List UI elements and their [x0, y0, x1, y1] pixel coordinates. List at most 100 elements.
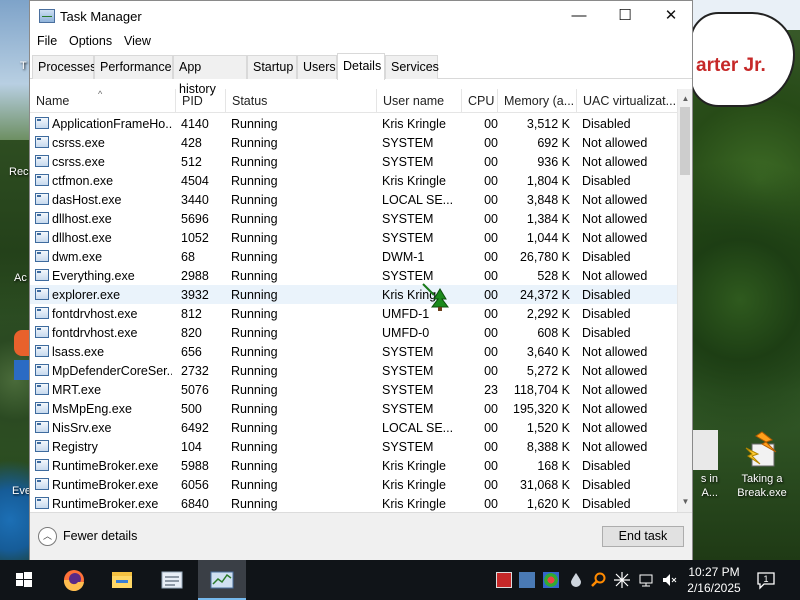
taskbar-firefox[interactable]	[50, 560, 98, 600]
process-name: dllhost.exe	[52, 212, 112, 226]
column-header-cpu[interactable]: CPU	[462, 89, 498, 113]
process-pid: 1052	[181, 231, 209, 245]
table-row[interactable]: RuntimeBroker.exe 6056 Running Kris Kringle…	[30, 475, 677, 494]
table-row[interactable]: dllhost.exe 1052 Running SYSTEM 00 1,044 K Not…	[30, 228, 677, 247]
desktop-label-fragment: Rec	[9, 166, 29, 178]
process-memory: 1,044 K	[526, 231, 570, 245]
tray-search-icon[interactable]	[591, 572, 607, 588]
desktop-icon-taking-a-break[interactable]: Taking a Break.exe	[724, 430, 800, 500]
task-manager-window: Task Manager — ☐ ✕ File Options View Pro…	[29, 0, 693, 560]
table-row[interactable]: lsass.exe 656 Running SYSTEM 00 3,640 K Not al…	[30, 342, 677, 361]
process-uac: Disabled	[582, 117, 631, 131]
taskbar-task-manager[interactable]	[198, 560, 246, 600]
tab-users[interactable]: Users	[297, 55, 337, 79]
menu-view[interactable]: View	[124, 34, 151, 48]
table-row[interactable]: NisSrv.exe 6492 Running LOCAL SE... 00 1,520 …	[30, 418, 677, 437]
process-name: fontdrvhost.exe	[52, 326, 138, 340]
tray-monitor-icon[interactable]	[519, 572, 535, 588]
table-row[interactable]: explorer.exe 3932 Running Kris Kring 00 24,37…	[30, 285, 677, 304]
tab-details[interactable]: Details	[337, 53, 385, 80]
table-row[interactable]: ctfmon.exe 4504 Running Kris Kringle 00 1,804…	[30, 171, 677, 190]
tray-sparkle-icon[interactable]	[614, 572, 630, 588]
process-user: SYSTEM	[382, 345, 434, 359]
process-pid: 2988	[181, 269, 209, 283]
fewer-details-link[interactable]: Fewer details	[63, 529, 137, 543]
process-uac: Not allowed	[582, 155, 648, 169]
process-icon	[35, 193, 49, 205]
minimize-button[interactable]: —	[556, 1, 602, 31]
table-row[interactable]: dasHost.exe 3440 Running LOCAL SE... 00 3,848…	[30, 190, 677, 209]
table-row[interactable]: csrss.exe 512 Running SYSTEM 00 936 K Not allo…	[30, 152, 677, 171]
table-row[interactable]: MpDefenderCoreSer... 2732 Running SYSTEM 00 5…	[30, 361, 677, 380]
tab-processes[interactable]: Processes	[32, 55, 96, 79]
table-row[interactable]: Everything.exe 2988 Running SYSTEM 00 528 K No…	[30, 266, 677, 285]
scrollbar-thumb[interactable]	[680, 107, 690, 175]
process-name: RuntimeBroker.exe	[52, 497, 159, 511]
chevron-up-icon[interactable]: ︿	[38, 527, 57, 546]
process-status: Running	[231, 307, 278, 321]
window-title: Task Manager	[60, 9, 142, 24]
process-memory: 608 K	[537, 326, 570, 340]
menu-options[interactable]: Options	[69, 34, 112, 48]
process-memory: 692 K	[537, 136, 570, 150]
column-header-status[interactable]: Status	[226, 89, 377, 113]
process-icon	[35, 136, 49, 148]
desktop-app-icon-fragment[interactable]	[14, 360, 30, 380]
tab-services[interactable]: Services	[385, 55, 439, 79]
table-row[interactable]: dllhost.exe 5696 Running SYSTEM 00 1,384 K Not…	[30, 209, 677, 228]
table-row[interactable]: MRT.exe 5076 Running SYSTEM 23 118,704 K Not a…	[30, 380, 677, 399]
process-name: lsass.exe	[52, 345, 105, 359]
table-row[interactable]: RuntimeBroker.exe 5988 Running Kris Kringle…	[30, 456, 677, 475]
column-header-uac-virtualization[interactable]: UAC virtualizat...	[577, 89, 677, 113]
volume-muted-icon[interactable]	[661, 572, 677, 588]
tray-colorful-icon[interactable]	[543, 572, 559, 588]
title-bar[interactable]: Task Manager — ☐ ✕	[30, 1, 692, 31]
menu-file[interactable]: File	[37, 34, 57, 48]
process-pid: 3440	[181, 193, 209, 207]
close-button[interactable]: ✕	[648, 1, 694, 31]
process-cpu: 00	[484, 497, 498, 511]
column-header-user-name[interactable]: User name	[377, 89, 462, 113]
process-status: Running	[231, 288, 278, 302]
table-row[interactable]: csrss.exe 428 Running SYSTEM 00 692 K Not allo…	[30, 133, 677, 152]
table-row[interactable]: fontdrvhost.exe 820 Running UMFD-0 00 608 K Di…	[30, 323, 677, 342]
tab-performance[interactable]: Performance	[94, 55, 173, 79]
notepad-icon	[161, 571, 183, 589]
process-uac: Not allowed	[582, 345, 648, 359]
tab-startup[interactable]: Startup	[247, 55, 297, 79]
maximize-button[interactable]: ☐	[602, 1, 648, 31]
scroll-up-arrow-icon[interactable]: ▲	[678, 91, 693, 107]
process-user: SYSTEM	[382, 440, 434, 454]
firefox-icon	[63, 570, 84, 592]
process-uac: Not allowed	[582, 383, 648, 397]
taskbar-file-explorer[interactable]	[98, 560, 146, 600]
table-row[interactable]: ApplicationFrameHo... 4140 Running Kris Kri…	[30, 114, 677, 133]
network-icon[interactable]	[638, 572, 654, 588]
table-row[interactable]: dwm.exe 68 Running DWM-1 00 26,780 K Disabled	[30, 247, 677, 266]
column-header-pid[interactable]: PID	[176, 89, 226, 113]
tray-app-icon[interactable]	[496, 572, 512, 588]
system-clock[interactable]: 10:27 PM 2/16/2025	[684, 564, 744, 596]
process-status: Running	[231, 364, 278, 378]
vertical-scrollbar[interactable]: ▲ ▼	[677, 89, 692, 512]
column-header-name[interactable]: Name	[30, 89, 176, 113]
process-cpu: 00	[484, 155, 498, 169]
end-task-button[interactable]: End task	[602, 526, 684, 547]
process-uac: Disabled	[582, 288, 631, 302]
action-center-icon[interactable]: 1	[756, 570, 776, 590]
table-row[interactable]: RuntimeBroker.exe 6840 Running Kris Kringle…	[30, 494, 677, 512]
taskbar-notepad[interactable]	[148, 560, 196, 600]
column-header-memory[interactable]: Memory (a...	[498, 89, 577, 113]
table-row[interactable]: Registry 104 Running SYSTEM 00 8,388 K Not all…	[30, 437, 677, 456]
scroll-down-arrow-icon[interactable]: ▼	[678, 494, 693, 510]
tab-app-history[interactable]: App history	[173, 55, 247, 96]
process-memory: 5,272 K	[526, 364, 570, 378]
tray-droplet-icon[interactable]	[568, 572, 584, 588]
column-header-row: Name ^ PID Status User name CPU Memory (…	[30, 89, 677, 113]
table-row[interactable]: fontdrvhost.exe 812 Running UMFD-1 00 2,292 K…	[30, 304, 677, 323]
process-uac: Not allowed	[582, 212, 648, 226]
process-user: DWM-1	[382, 250, 425, 264]
start-button[interactable]	[0, 560, 48, 600]
table-row[interactable]: MsMpEng.exe 500 Running SYSTEM 00 195,320 K No…	[30, 399, 677, 418]
desktop-app-icon-fragment[interactable]	[14, 330, 30, 356]
